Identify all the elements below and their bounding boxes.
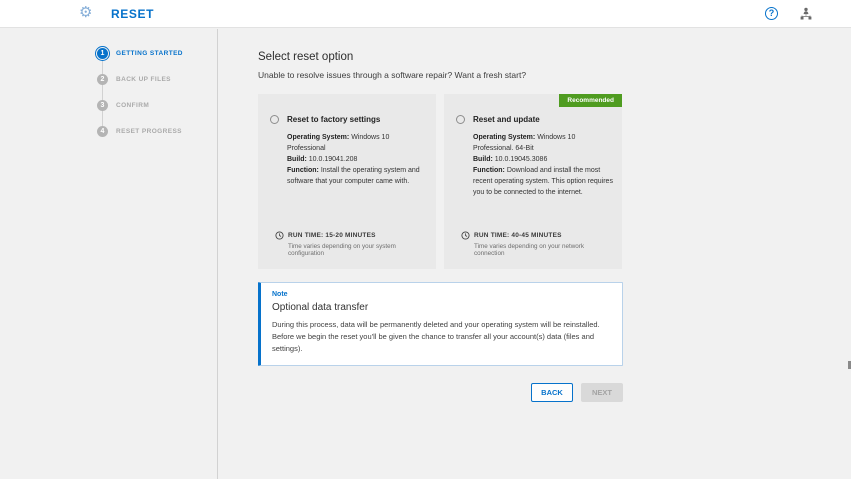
note-box: Note Optional data transfer During this … [258, 282, 623, 366]
runtime-label: RUN TIME: 15-20 MINUTES [288, 232, 376, 239]
option-title: Reset to factory settings [287, 115, 380, 125]
option-details: Operating System: Windows 10 Professiona… [287, 132, 430, 187]
step-back-up-files[interactable]: 2 BACK UP FILES [97, 74, 183, 85]
page-title: Select reset option [258, 51, 623, 63]
clock-icon [461, 231, 470, 240]
step-number-badge: 1 [97, 48, 108, 59]
app-title: RESET [111, 7, 154, 21]
radio-factory-reset[interactable] [270, 115, 279, 124]
user-network-icon[interactable] [799, 7, 813, 20]
step-getting-started[interactable]: 1 GETTING STARTED [97, 48, 183, 59]
option-card-factory-reset[interactable]: Reset to factory settings Operating Syst… [258, 94, 436, 269]
note-title: Optional data transfer [272, 302, 612, 313]
stepper: 1 GETTING STARTED 2 BACK UP FILES 3 CONF… [97, 48, 183, 152]
option-details: Operating System: Windows 10 Professiona… [473, 132, 616, 198]
build-line: Build: 10.0.19045.3086 [473, 154, 614, 165]
step-label: CONFIRM [116, 102, 149, 109]
step-number-badge: 4 [97, 126, 108, 137]
radio-reset-and-update[interactable] [456, 115, 465, 124]
step-reset-progress[interactable]: 4 RESET PROGRESS [97, 126, 183, 137]
function-line: Function: Download and install the most … [473, 165, 614, 198]
reset-options: Reset to factory settings Operating Syst… [258, 94, 623, 269]
app-header: ⚙ RESET ? [0, 0, 851, 28]
os-line: Operating System: Windows 10 Professiona… [473, 132, 614, 154]
reset-app-window: ⚙ RESET ? 1 GETTING STARTED 2 BACK UP FI… [0, 0, 851, 479]
page-subtitle: Unable to resolve issues through a softw… [258, 70, 623, 80]
runtime-info: RUN TIME: 40-45 MINUTES Time varies depe… [461, 231, 616, 257]
wizard-actions: BACK NEXT [258, 383, 623, 402]
build-line: Build: 10.0.19041.208 [287, 154, 428, 165]
note-body: During this process, data will be perman… [272, 319, 612, 355]
wizard-sidebar: 1 GETTING STARTED 2 BACK UP FILES 3 CONF… [0, 29, 218, 479]
step-confirm[interactable]: 3 CONFIRM [97, 100, 183, 111]
clock-icon [275, 231, 284, 240]
help-icon[interactable]: ? [765, 7, 778, 20]
runtime-info: RUN TIME: 15-20 MINUTES Time varies depe… [275, 231, 430, 257]
gear-icon: ⚙ [79, 4, 92, 22]
runtime-note: Time varies depending on your system con… [288, 243, 430, 257]
recommended-badge: Recommended [559, 94, 622, 107]
main-panel: Select reset option Unable to resolve is… [218, 28, 851, 479]
back-button[interactable]: BACK [531, 383, 573, 402]
next-button[interactable]: NEXT [581, 383, 623, 402]
step-label: RESET PROGRESS [116, 128, 182, 135]
option-card-reset-and-update[interactable]: Recommended Reset and update Operating S… [444, 94, 622, 269]
step-number-badge: 2 [97, 74, 108, 85]
option-title: Reset and update [473, 115, 540, 125]
step-label: BACK UP FILES [116, 76, 171, 83]
runtime-label: RUN TIME: 40-45 MINUTES [474, 232, 562, 239]
function-line: Function: Install the operating system a… [287, 165, 428, 187]
note-label: Note [272, 291, 612, 298]
stepper-connector-line [102, 58, 103, 132]
step-label: GETTING STARTED [116, 50, 183, 57]
step-number-badge: 3 [97, 100, 108, 111]
runtime-note: Time varies depending on your network co… [474, 243, 616, 257]
os-line: Operating System: Windows 10 Professiona… [287, 132, 428, 154]
